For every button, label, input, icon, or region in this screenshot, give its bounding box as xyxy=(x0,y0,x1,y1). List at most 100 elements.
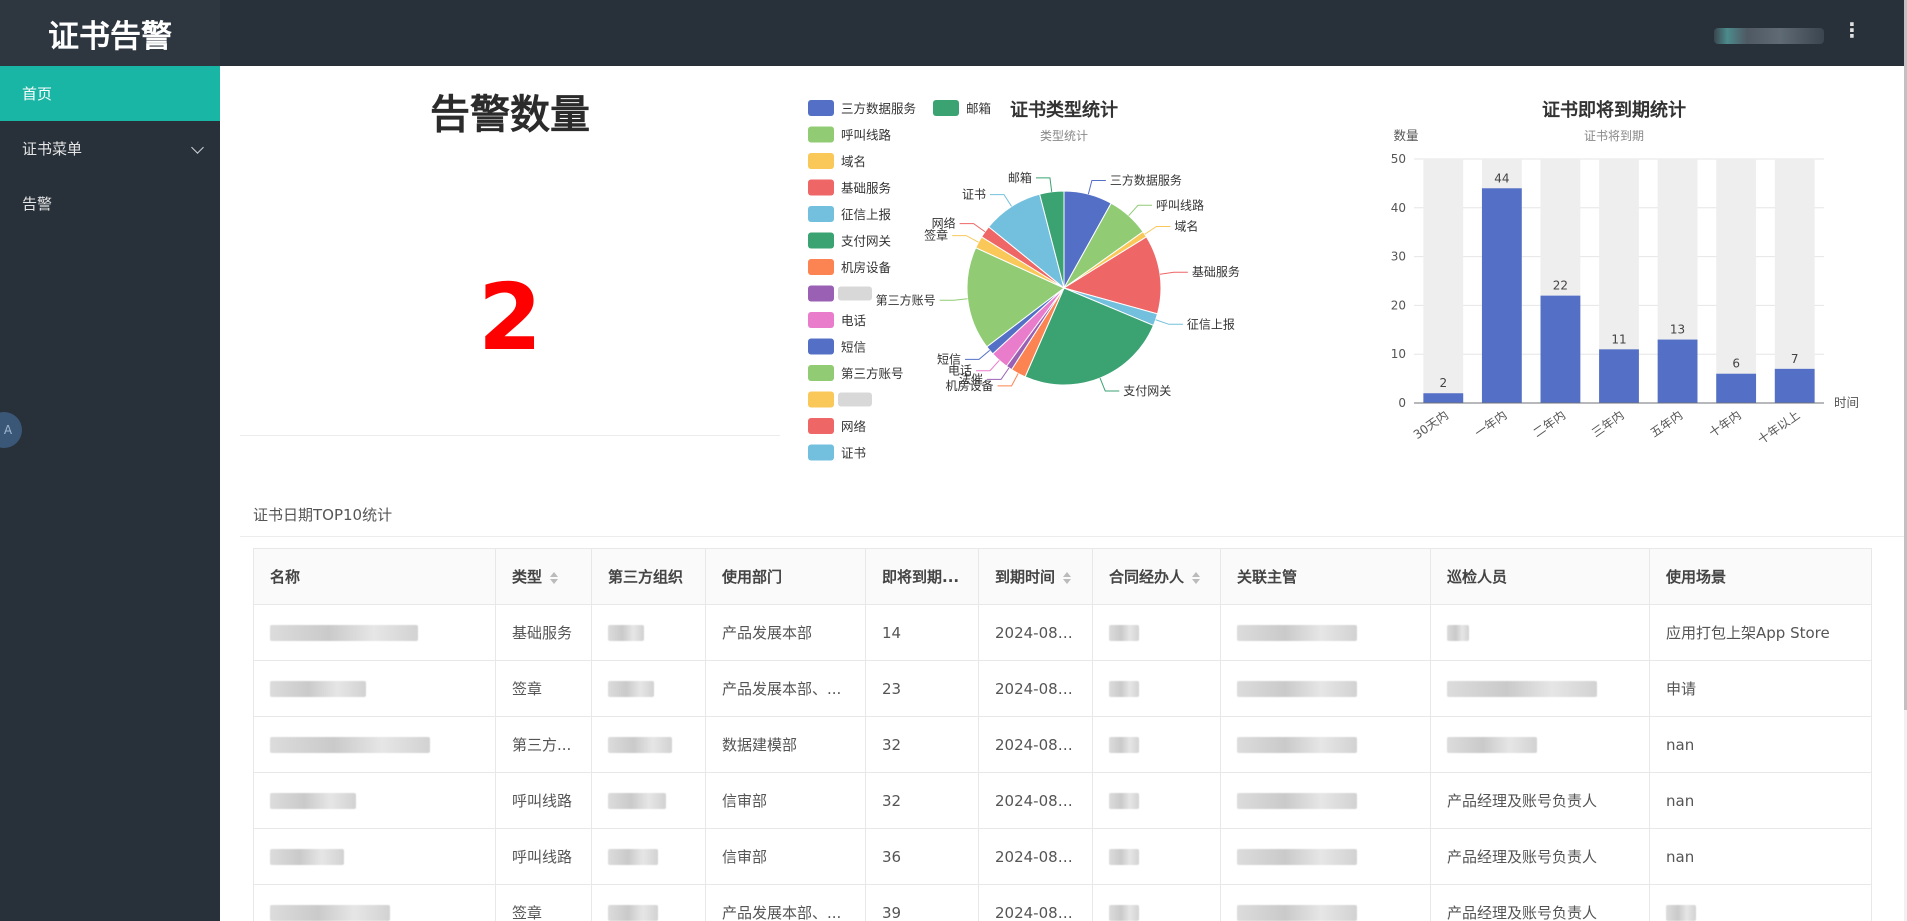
cell-supervisor-redacted xyxy=(1220,660,1431,717)
cell-contract-owner-redacted xyxy=(1092,604,1221,661)
bar-ytick-label: 40 xyxy=(1391,201,1406,215)
cell-days: 36 xyxy=(865,828,979,885)
more-vertical-icon[interactable]: ⋮ xyxy=(1842,18,1862,42)
cell-third-party-redacted xyxy=(591,828,706,885)
legend-label: 证书 xyxy=(841,446,866,461)
sidebar-item-home[interactable]: 首页 xyxy=(0,66,220,121)
cell-contract-owner-redacted xyxy=(1092,772,1221,829)
app-root: 证书告警 首页 证书菜单 告警 A ⋮ 告警数量 2 证书类型统计 类型统计 三方数… xyxy=(0,0,1907,921)
table-section-title: 证书日期TOP10统计 xyxy=(253,506,393,524)
table-row[interactable]: 第三方... 数据建模部 32 2024-08-24 nan xyxy=(253,716,1872,773)
legend-swatch xyxy=(808,391,834,408)
cell-supervisor-redacted xyxy=(1220,828,1431,885)
bar-xtick-label: 十年内 xyxy=(1706,408,1744,440)
cell-days: 14 xyxy=(865,604,979,661)
cell-inspector: 产品经理及账号负责人 xyxy=(1430,772,1650,829)
alert-count-panel: 告警数量 2 xyxy=(240,66,780,436)
cell-third-party-redacted xyxy=(591,660,706,717)
column-header-supervisor[interactable]: 关联主管 xyxy=(1220,548,1431,605)
sidebar-item-label: 证书菜单 xyxy=(22,140,83,158)
bar-ytick-label: 30 xyxy=(1391,250,1406,264)
bar xyxy=(1599,349,1639,403)
bar xyxy=(1657,339,1698,403)
column-header-contract-owner[interactable]: 合同经办人 xyxy=(1092,548,1221,605)
alert-count-value: 2 xyxy=(477,264,542,371)
sort-icon[interactable] xyxy=(550,571,559,584)
pie-label-line xyxy=(939,298,968,301)
cell-department: 产品发展本部 xyxy=(705,604,866,661)
table-row[interactable]: 签章 产品发展本部、... 39 2024-08-31 产品经理及账号负责人 xyxy=(253,884,1872,921)
sort-icon[interactable] xyxy=(1192,571,1201,584)
cell-scene: nan xyxy=(1649,716,1872,773)
legend-swatch xyxy=(808,285,834,302)
legend-label: 机房设备 xyxy=(841,260,892,275)
cert-top10-table: 名称 类型 第三方组织 使用部门 即将到期... 到期时间 合同经办人 关联主管… xyxy=(253,548,1872,921)
bar-value-label: 2 xyxy=(1439,376,1447,390)
cell-inspector: 产品经理及账号负责人 xyxy=(1430,828,1650,885)
legend-swatch xyxy=(808,153,834,169)
column-header-days[interactable]: 即将到期... xyxy=(865,548,979,605)
table-row[interactable]: 呼叫线路 信审部 36 2024-08-28 产品经理及账号负责人 nan xyxy=(253,828,1872,885)
pie-slice-label: 证书 xyxy=(962,188,986,202)
cell-expire: 2024-08-31 xyxy=(978,884,1093,921)
bar-value-label: 6 xyxy=(1732,357,1740,371)
bar xyxy=(1481,188,1522,403)
column-header-name[interactable]: 名称 xyxy=(253,548,496,605)
cell-department: 产品发展本部、... xyxy=(705,884,866,921)
cell-days: 23 xyxy=(865,660,979,717)
pie-slice-label: 网络 xyxy=(932,216,956,231)
legend-swatch xyxy=(808,206,834,222)
topbar: ⋮ xyxy=(220,0,1904,66)
pie-slice-label: 域名 xyxy=(1174,219,1198,234)
sidebar: 证书告警 首页 证书菜单 告警 A xyxy=(0,0,220,921)
column-header-expire[interactable]: 到期时间 xyxy=(978,548,1093,605)
pie-slice-label: 第三方账号 xyxy=(876,292,936,307)
column-header-type[interactable]: 类型 xyxy=(495,548,592,605)
pie-slice-label: 三方数据服务 xyxy=(1110,173,1182,188)
sidebar-item-alerts[interactable]: 告警 xyxy=(0,176,220,231)
legend-swatch xyxy=(808,179,834,196)
legend-label-redacted xyxy=(838,286,872,301)
cell-inspector: 产品经理及账号负责人 xyxy=(1430,884,1650,921)
sort-icon[interactable] xyxy=(1063,571,1072,584)
cert-type-pie-chart: 证书类型统计类型统计三方数据服务 邮箱呼叫线路域名基础服务征信上报支付网关机房设备… xyxy=(808,99,1240,461)
cell-department: 信审部 xyxy=(705,772,866,829)
cell-third-party-redacted xyxy=(591,604,706,661)
legend-label: 基础服务 xyxy=(841,181,891,196)
cell-days: 39 xyxy=(865,884,979,921)
alert-count-title: 告警数量 xyxy=(430,92,590,138)
bar-background xyxy=(1774,159,1815,403)
sidebar-item-cert-menu[interactable]: 证书菜单 xyxy=(0,121,220,176)
legend-swatch xyxy=(808,312,834,328)
column-header-inspector[interactable]: 巡检人员 xyxy=(1430,548,1650,605)
cell-supervisor-redacted xyxy=(1220,772,1431,829)
cell-third-party-redacted xyxy=(591,772,706,829)
bar xyxy=(1774,368,1815,403)
bar-xtick-label: 五年内 xyxy=(1648,408,1686,440)
column-header-third-party[interactable]: 第三方组织 xyxy=(591,548,706,605)
translate-float-icon[interactable]: A xyxy=(0,412,22,448)
cell-scene: nan xyxy=(1649,828,1872,885)
cell-name-redacted xyxy=(253,884,496,921)
pie-label-line xyxy=(1035,177,1053,192)
cell-expire: 2024-08-06 xyxy=(978,604,1093,661)
pie-label-line xyxy=(1087,180,1106,195)
cell-scene: nan xyxy=(1649,772,1872,829)
cell-scene: 应用打包上架App Store xyxy=(1649,604,1872,661)
table-row[interactable]: 呼叫线路 信审部 32 2024-08-24 产品经理及账号负责人 nan xyxy=(253,772,1872,829)
bar xyxy=(1423,393,1464,403)
cell-department: 信审部 xyxy=(705,828,866,885)
column-header-department[interactable]: 使用部门 xyxy=(705,548,866,605)
legend-label: 短信 xyxy=(841,340,866,355)
cell-type: 呼叫线路 xyxy=(495,828,592,885)
column-header-scene[interactable]: 使用场景 xyxy=(1649,548,1872,605)
table-row[interactable]: 签章 产品发展本部、... 23 2024-08-15 申请 xyxy=(253,660,1872,717)
section-divider xyxy=(240,536,1904,537)
cell-name-redacted xyxy=(253,772,496,829)
bar-value-label: 44 xyxy=(1494,171,1509,185)
pie-slice-label: 邮箱 xyxy=(1008,170,1032,185)
pie-label-line xyxy=(952,235,979,243)
user-info-redacted[interactable] xyxy=(1714,28,1824,44)
cell-days: 32 xyxy=(865,772,979,829)
table-row[interactable]: 基础服务 产品发展本部 14 2024-08-06 应用打包上架App Store xyxy=(253,604,1872,661)
